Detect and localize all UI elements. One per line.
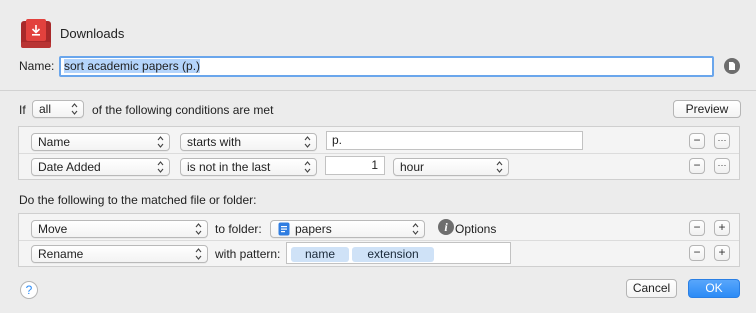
options-link[interactable]: Options — [455, 222, 496, 236]
help-button[interactable]: ? — [20, 281, 38, 299]
more-options-button[interactable]: ··· — [714, 158, 730, 174]
condition-attribute-value: Name — [38, 135, 71, 149]
name-field-text: sort academic papers (p.) — [64, 59, 201, 73]
condition-operator-value: is not in the last — [187, 160, 271, 174]
conditions-list: Name starts with p. − ··· Date Added is … — [18, 126, 740, 180]
token-extension[interactable]: extension — [352, 247, 434, 262]
preview-button[interactable]: Preview — [673, 100, 741, 118]
add-action-button[interactable]: + — [714, 220, 730, 236]
updown-arrows-icon — [304, 161, 311, 173]
updown-arrows-icon — [304, 136, 311, 148]
remove-action-button[interactable]: − — [689, 220, 705, 236]
updown-arrows-icon — [496, 161, 503, 173]
info-icon[interactable]: i — [438, 219, 454, 235]
folder-value: papers — [295, 222, 332, 236]
condition-attribute-popup[interactable]: Name — [31, 133, 170, 151]
match-popup[interactable]: all — [32, 100, 84, 118]
updown-arrows-icon — [71, 103, 78, 115]
to-folder-label: to folder: — [215, 222, 262, 236]
document-icon[interactable] — [724, 58, 740, 74]
conditions-suffix: of the following conditions are met — [92, 103, 274, 117]
app-icon — [20, 18, 52, 50]
token-name[interactable]: name — [291, 247, 349, 262]
pattern-label: with pattern: — [215, 247, 281, 261]
condition-attribute-popup[interactable]: Date Added — [31, 158, 170, 176]
action-value: Rename — [38, 247, 84, 261]
match-value: all — [39, 102, 52, 116]
more-options-button[interactable]: ··· — [714, 133, 730, 149]
remove-action-button[interactable]: − — [689, 245, 705, 261]
updown-arrows-icon — [157, 161, 164, 173]
cancel-button[interactable]: Cancel — [626, 279, 677, 298]
row-divider — [19, 240, 739, 241]
separator — [0, 90, 756, 91]
row-divider — [19, 153, 739, 154]
condition-attribute-value: Date Added — [38, 160, 101, 174]
action-value: Move — [38, 222, 68, 236]
unit-value: hour — [400, 160, 425, 174]
name-field[interactable]: sort academic papers (p.) — [59, 56, 714, 77]
updown-arrows-icon — [195, 223, 202, 235]
remove-condition-button[interactable]: − — [689, 133, 705, 149]
number-field[interactable]: 1 — [325, 156, 385, 175]
action-popup[interactable]: Move — [31, 220, 208, 238]
updown-arrows-icon — [195, 248, 202, 260]
window-title: Downloads — [60, 26, 125, 41]
condition-value-field[interactable]: p. — [326, 131, 583, 150]
add-action-button[interactable]: + — [714, 245, 730, 261]
updown-arrows-icon — [412, 223, 419, 235]
condition-operator-value: starts with — [187, 135, 242, 149]
action-popup[interactable]: Rename — [31, 245, 208, 263]
remove-condition-button[interactable]: − — [689, 158, 705, 174]
pattern-field[interactable]: name extension — [286, 242, 511, 264]
actions-heading: Do the following to the matched file or … — [19, 193, 257, 207]
condition-operator-popup[interactable]: starts with — [180, 133, 317, 151]
updown-arrows-icon — [157, 136, 164, 148]
if-label: If — [19, 103, 26, 117]
condition-operator-popup[interactable]: is not in the last — [180, 158, 317, 176]
name-label: Name: — [19, 59, 55, 73]
unit-popup[interactable]: hour — [393, 158, 509, 176]
ok-button[interactable]: OK — [688, 279, 740, 298]
folder-icon — [278, 222, 290, 236]
actions-list: Move to folder: papers i Options − + Ren… — [18, 213, 740, 267]
folder-popup[interactable]: papers — [270, 220, 425, 238]
